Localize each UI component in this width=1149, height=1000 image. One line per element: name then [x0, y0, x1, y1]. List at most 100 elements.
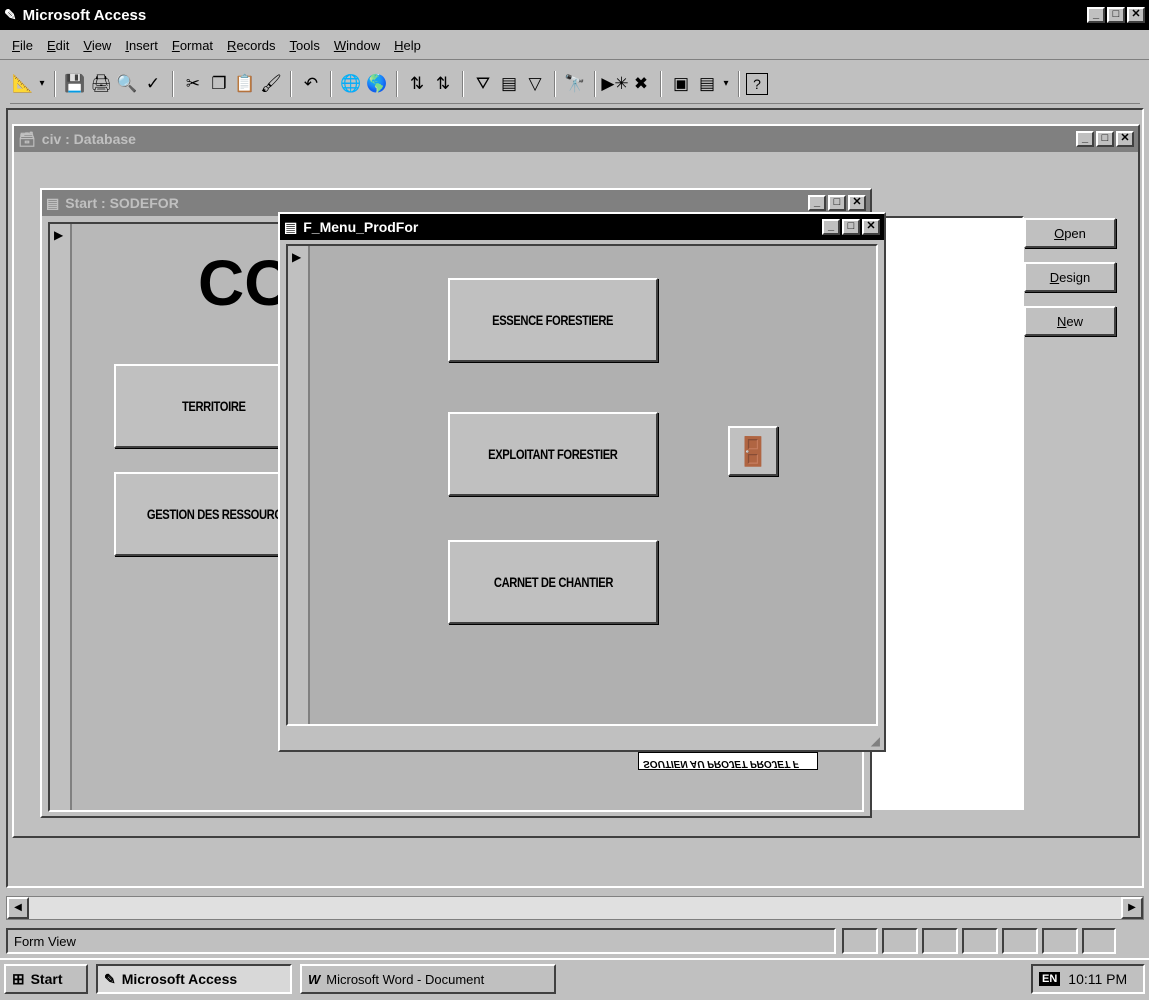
access-app-icon: ✎ [104, 970, 116, 987]
app-minimize-button[interactable]: _ [1087, 7, 1105, 23]
web-toolbar-icon[interactable]: 🌎 [364, 71, 390, 97]
insert-hyperlink-icon[interactable]: 🌐 [338, 71, 364, 97]
form-icon: ▤ [284, 218, 298, 235]
menu-tools[interactable]: Tools [289, 38, 319, 53]
sort-ascending-icon[interactable]: ⇅ [404, 71, 430, 97]
clock: 10:11 PM [1068, 971, 1128, 987]
dropdown-arrow-icon[interactable]: ▾ [36, 71, 48, 97]
new-record-icon[interactable]: ▶✳ [601, 71, 628, 97]
save-icon[interactable]: 💾 [62, 71, 88, 97]
spelling-icon[interactable]: ✓ [140, 71, 166, 97]
paste-icon[interactable]: 📋 [232, 71, 258, 97]
app-restore-button[interactable]: □ [1107, 7, 1125, 23]
taskbar-word-button[interactable]: W Microsoft Word - Document [300, 964, 556, 994]
delete-record-icon[interactable]: ✖ [628, 71, 654, 97]
status-text: Form View [6, 928, 836, 954]
toolbar-separator [462, 70, 464, 97]
sort-descending-icon[interactable]: ⇅ [430, 71, 456, 97]
toolbar-separator [396, 70, 398, 97]
db-minimize-button[interactable]: _ [1076, 131, 1094, 147]
taskbar-access-button[interactable]: ✎ Microsoft Access [96, 964, 292, 994]
exit-door-icon: 🚪 [735, 435, 771, 467]
db-close-button[interactable]: ✕ [1116, 131, 1134, 147]
language-indicator[interactable]: EN [1039, 972, 1061, 986]
menu-window[interactable]: Window [334, 38, 380, 53]
database-window-icon[interactable]: ▣ [668, 71, 694, 97]
start-button[interactable]: ⊞ Start [4, 964, 88, 994]
status-panel [1082, 928, 1116, 954]
record-pointer-icon: ▶ [292, 250, 302, 264]
app-close-button[interactable]: ✕ [1127, 7, 1145, 23]
status-panel [1042, 928, 1078, 954]
print-icon[interactable]: 🖨 [88, 71, 114, 97]
start-form-partial-label: SOUTIEN AU PROJET PROJET F [638, 752, 818, 770]
status-bar: Form View [0, 926, 1149, 956]
find-icon[interactable]: 🔭 [562, 71, 588, 97]
menu-format[interactable]: Format [172, 38, 213, 53]
database-icon: 🗃 [18, 130, 36, 147]
print-preview-icon[interactable]: 🔍 [114, 71, 140, 97]
database-window-title-bar[interactable]: 🗃 civ : Database _ □ ✕ [14, 126, 1138, 152]
menu-prodfor-title-bar[interactable]: ▤ F_Menu_ProdFor _ □ ✕ [280, 214, 884, 240]
help-icon[interactable]: ? [746, 72, 768, 95]
app-title: Microsoft Access [22, 6, 147, 24]
filter-by-form-icon[interactable]: ▤ [496, 71, 522, 97]
scroll-left-button[interactable]: ◀ [7, 897, 29, 919]
status-panel [882, 928, 918, 954]
menu-file[interactable]: File [12, 38, 33, 53]
copy-icon[interactable]: ❐ [206, 71, 232, 97]
menu-help[interactable]: Help [394, 38, 421, 53]
start-form-title: Start : SODEFOR [65, 195, 179, 211]
carnet-de-chantier-button[interactable]: CARNET DE CHANTIER [448, 540, 658, 624]
apply-filter-icon[interactable]: ▽ [522, 71, 548, 97]
filter-by-selection-icon[interactable]: ⛛ [470, 71, 496, 97]
format-painter-icon[interactable]: 🖌 [258, 71, 284, 97]
status-panel [1002, 928, 1038, 954]
access-app-icon: ✎ [4, 7, 17, 24]
toolbar: 📐 ▾ 💾 🖨 🔍 ✓ ✂ ❐ 📋 🖌 ↶ 🌐 🌎 ⇅ ⇅ ⛛ ▤ ▽ 🔭 ▶✳… [10, 64, 1140, 104]
menu-prodfor-title: F_Menu_ProdFor [303, 219, 419, 235]
menu-prodfor-window: ▤ F_Menu_ProdFor _ □ ✕ ▶ ESSENCE FORESTI… [278, 212, 886, 752]
menu-edit[interactable]: Edit [47, 38, 69, 53]
toolbar-separator [554, 70, 556, 97]
taskbar: ⊞ Start ✎ Microsoft Access W Microsoft W… [0, 958, 1149, 1000]
status-panel [922, 928, 958, 954]
menu-bar: File Edit View Insert Format Records Too… [0, 32, 1149, 60]
horizontal-scrollbar[interactable]: ◀ ▶ [6, 896, 1144, 920]
menu-insert[interactable]: Insert [125, 38, 158, 53]
db-maximize-button[interactable]: □ [1096, 131, 1114, 147]
scroll-right-button[interactable]: ▶ [1121, 897, 1143, 919]
view-icon[interactable]: 📐 [10, 71, 36, 97]
toolbar-separator [660, 70, 662, 97]
status-panel [842, 928, 878, 954]
windows-logo-icon: ⊞ [12, 971, 25, 988]
toolbar-separator [172, 70, 174, 97]
exploitant-forestier-button[interactable]: EXPLOITANT FORESTIER [448, 412, 658, 496]
menu-prodfor-close-button[interactable]: ✕ [862, 219, 880, 235]
cut-icon[interactable]: ✂ [180, 71, 206, 97]
record-selector[interactable]: ▶ [288, 246, 310, 724]
toolbar-separator [738, 70, 740, 97]
start-form-close-button[interactable]: ✕ [848, 195, 866, 211]
status-panel [962, 928, 998, 954]
design-button[interactable]: Design [1024, 262, 1116, 292]
new-button[interactable]: New [1024, 306, 1116, 336]
new-object-icon[interactable]: ▤ [694, 71, 720, 97]
undo-icon[interactable]: ↶ [298, 71, 324, 97]
resize-grip-icon[interactable]: ◢ [871, 734, 880, 748]
dropdown-arrow-icon[interactable]: ▾ [720, 71, 732, 97]
start-form-minimize-button[interactable]: _ [808, 195, 826, 211]
menu-prodfor-maximize-button[interactable]: □ [842, 219, 860, 235]
open-button[interactable]: Open [1024, 218, 1116, 248]
exit-door-button[interactable]: 🚪 [728, 426, 778, 476]
menu-prodfor-body: ▶ ESSENCE FORESTIERE EXPLOITANT FORESTIE… [286, 244, 878, 726]
start-form-maximize-button[interactable]: □ [828, 195, 846, 211]
menu-records[interactable]: Records [227, 38, 275, 53]
toolbar-separator [330, 70, 332, 97]
object-list[interactable] [870, 216, 1024, 810]
record-selector[interactable]: ▶ [50, 224, 72, 810]
app-title-bar[interactable]: ✎ Microsoft Access _ □ ✕ [0, 0, 1149, 30]
essence-forestiere-button[interactable]: ESSENCE FORESTIERE [448, 278, 658, 362]
menu-prodfor-minimize-button[interactable]: _ [822, 219, 840, 235]
menu-view[interactable]: View [83, 38, 111, 53]
